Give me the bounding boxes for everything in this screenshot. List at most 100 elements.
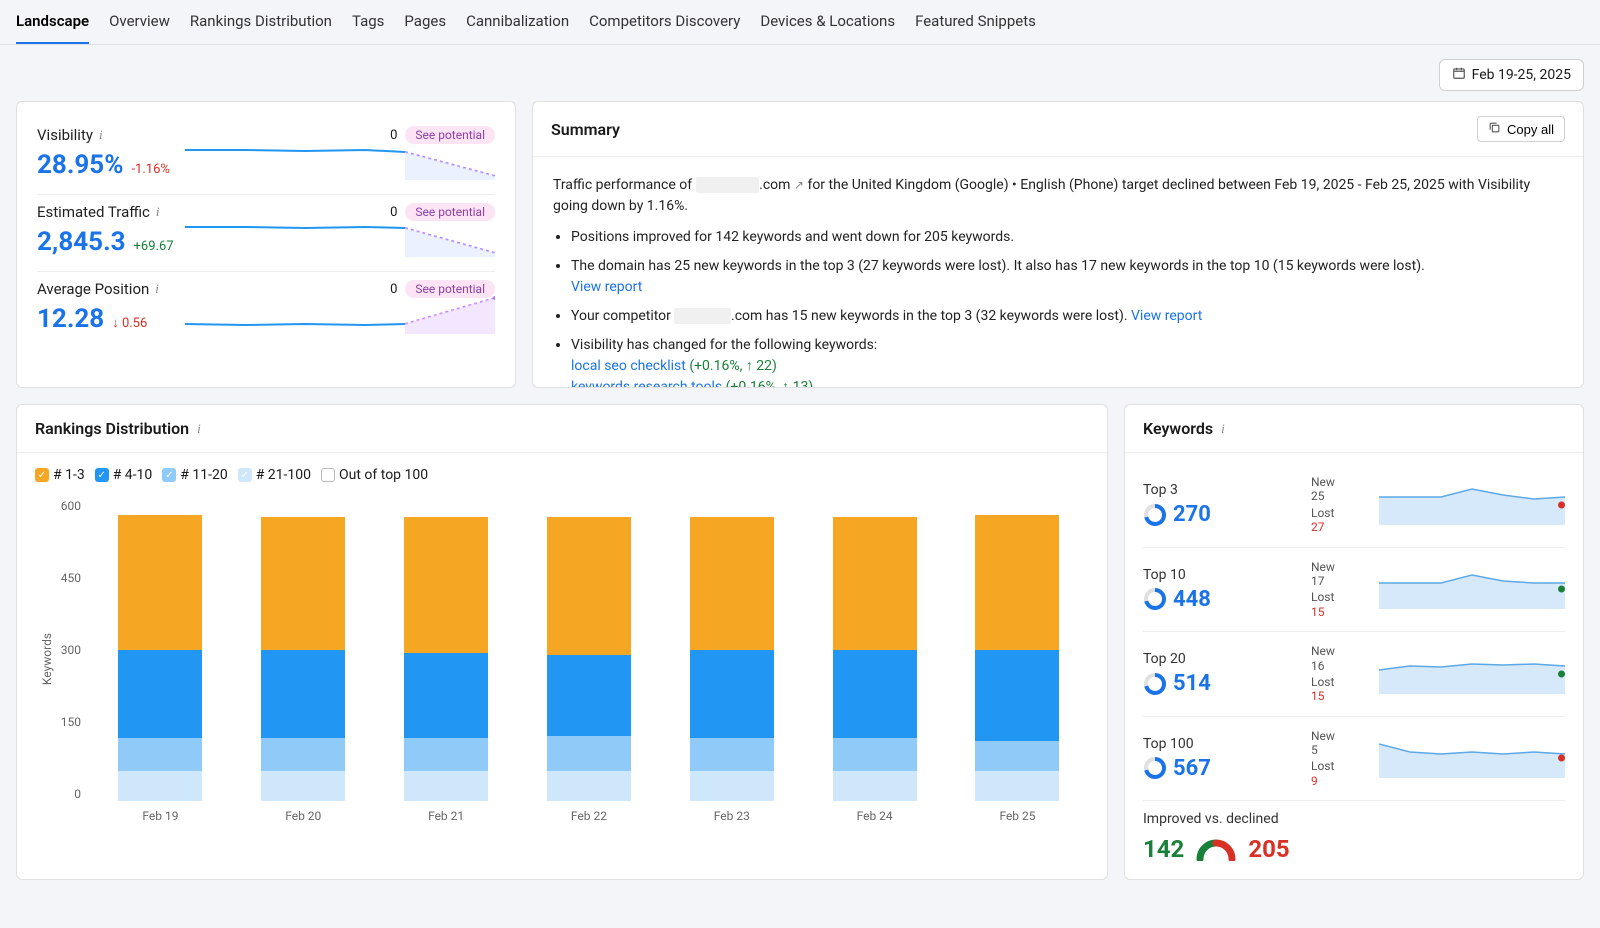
keywords-title: Keywords [1143,419,1213,438]
legend-1-3[interactable]: ✓# 1-3 [35,467,85,483]
redacted-domain: xxxxxxxx [696,177,760,193]
info-icon[interactable]: i [197,421,201,437]
metric-value: 12.28 [37,304,104,334]
kw-title: Top 20 [1143,651,1303,667]
keyword-row[interactable]: Top 3 270 New25 Lost27 [1143,463,1565,548]
date-range-text: Feb 19-25, 2025 [1472,67,1571,83]
y-axis: 6004503001500 [41,499,81,801]
keyword-link[interactable]: keywords research tools [571,379,722,387]
view-report-link[interactable]: View report [571,279,642,295]
visibility-sparkline [185,140,495,180]
summary-bullet: Visibility has changed for the following… [571,335,1561,387]
position-sparkline [185,294,495,334]
redacted-competitor: xxxxxxx [674,308,731,324]
kw-sparkline [1379,569,1565,609]
info-icon[interactable]: i [1221,421,1225,437]
rankings-distribution-card: Rankings Distribution i ✓# 1-3 ✓# 4-10 ✓… [16,404,1108,880]
metric-visibility: Visibility i 0 See potential 28.95% -1.1… [37,118,495,195]
summary-bullet: Your competitor xxxxxxx.com has 15 new k… [571,306,1561,327]
kw-sparkline [1379,738,1565,778]
kw-title: Top 10 [1143,567,1303,583]
keyword-link[interactable]: local seo checklist [571,358,686,374]
calendar-icon [1452,66,1466,84]
tab-pages[interactable]: Pages [404,0,446,44]
gauge-icon [1196,837,1236,861]
declined-count: 205 [1248,835,1289,863]
keyword-row[interactable]: Top 20 514 New16 Lost15 [1143,632,1565,717]
tab-rankings-distribution[interactable]: Rankings Distribution [190,0,332,44]
kw-sparkline [1379,485,1565,525]
donut-icon [1143,503,1167,527]
metric-delta: ↓ 0.56 [112,315,147,331]
metric-delta: -1.16% [131,162,169,177]
copy-all-button[interactable]: Copy all [1477,116,1565,142]
tab-cannibalization[interactable]: Cannibalization [466,0,569,44]
metric-value: 2,845.3 [37,227,126,257]
nav-tabs: Landscape Overview Rankings Distribution… [0,0,1600,45]
metric-traffic: Estimated Traffic i 0 See potential 2,84… [37,195,495,272]
tab-devices[interactable]: Devices & Locations [760,0,895,44]
keywords-card: Keywords i Top 3 270 New25 Lost27 [1124,404,1584,880]
bar[interactable] [261,517,345,801]
rankings-chart: Keywords 6004503001500 Feb 19Feb 20Feb 2… [17,489,1107,829]
metric-label: Visibility [37,126,93,144]
x-axis: Feb 19Feb 20Feb 21Feb 22Feb 23Feb 24Feb … [89,809,1089,823]
chart-legend: ✓# 1-3 ✓# 4-10 ✓# 11-20 ✓# 21-100 Out of… [17,453,1107,489]
summary-card: Summary Copy all Traffic performance of … [532,101,1584,388]
legend-out[interactable]: Out of top 100 [321,467,428,483]
bar[interactable] [547,517,631,801]
tab-snippets[interactable]: Featured Snippets [915,0,1036,44]
keyword-row[interactable]: Top 100 567 New5 Lost9 [1143,717,1565,802]
tab-competitors[interactable]: Competitors Discovery [589,0,740,44]
metric-value: 28.95% [37,150,123,180]
copy-icon [1488,121,1501,137]
keyword-row[interactable]: Top 10 448 New17 Lost15 [1143,548,1565,633]
traffic-sparkline [185,217,495,257]
kw-new-lost: New25 Lost27 [1311,475,1371,535]
donut-icon [1143,756,1167,780]
legend-21-100[interactable]: ✓# 21-100 [238,467,311,483]
bar[interactable] [975,515,1059,801]
summary-bullet: Positions improved for 142 keywords and … [571,227,1561,248]
kw-new-lost: New17 Lost15 [1311,560,1371,620]
bar[interactable] [690,517,774,801]
tab-landscape[interactable]: Landscape [16,0,89,44]
kw-count: 514 [1173,671,1211,696]
tab-tags[interactable]: Tags [352,0,384,44]
kw-count: 270 [1173,502,1211,527]
legend-11-20[interactable]: ✓# 11-20 [162,467,227,483]
info-icon[interactable]: i [155,281,159,297]
metric-label: Average Position [37,280,149,298]
info-icon[interactable]: i [156,204,160,220]
metric-delta: +69.67 [134,239,174,254]
bar[interactable] [118,515,202,801]
metrics-card: Visibility i 0 See potential 28.95% -1.1… [16,101,516,388]
kw-sparkline [1379,654,1565,694]
imp-title: Improved vs. declined [1143,811,1565,827]
legend-4-10[interactable]: ✓# 4-10 [95,467,153,483]
summary-title: Summary [551,120,620,139]
bar[interactable] [833,517,917,801]
metric-position: Average Position i 0 See potential 12.28… [37,272,495,338]
date-range-picker[interactable]: Feb 19-25, 2025 [1439,59,1584,91]
tab-overview[interactable]: Overview [109,0,170,44]
kw-new-lost: New16 Lost15 [1311,644,1371,704]
external-link-icon[interactable]: ↗ [794,176,804,194]
kw-count: 448 [1173,587,1211,612]
donut-icon [1143,672,1167,696]
kw-count: 567 [1173,756,1211,781]
info-icon[interactable]: i [99,127,103,143]
donut-icon [1143,587,1167,611]
bar[interactable] [404,517,488,801]
summary-body[interactable]: Traffic performance of xxxxxxxx.com ↗ fo… [533,157,1583,387]
improved-vs-declined: Improved vs. declined 142 205 [1143,801,1565,863]
improved-count: 142 [1143,835,1184,863]
summary-bullet: The domain has 25 new keywords in the to… [571,256,1561,298]
metric-label: Estimated Traffic [37,203,150,221]
bar-plot [89,499,1089,801]
view-report-link[interactable]: View report [1131,308,1202,324]
kw-new-lost: New5 Lost9 [1311,729,1371,789]
rankings-title: Rankings Distribution [35,419,189,438]
kw-title: Top 3 [1143,482,1303,498]
kw-title: Top 100 [1143,736,1303,752]
